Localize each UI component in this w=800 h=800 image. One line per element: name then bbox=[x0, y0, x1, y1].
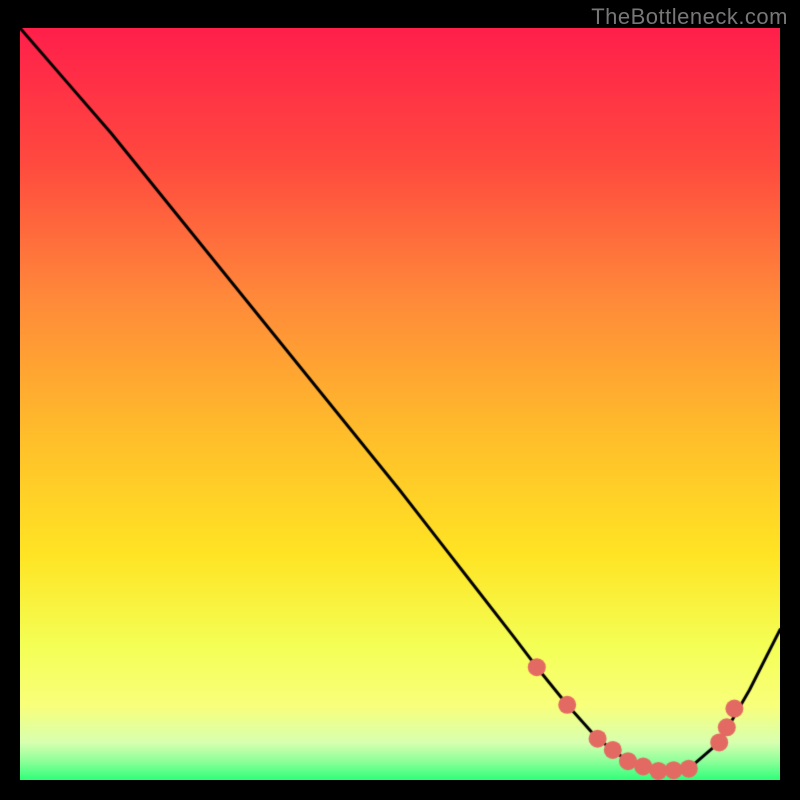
curve-layer bbox=[20, 28, 780, 780]
plot-area bbox=[20, 28, 780, 780]
watermark-text: TheBottleneck.com bbox=[591, 4, 788, 30]
chart-frame: TheBottleneck.com bbox=[0, 0, 800, 800]
